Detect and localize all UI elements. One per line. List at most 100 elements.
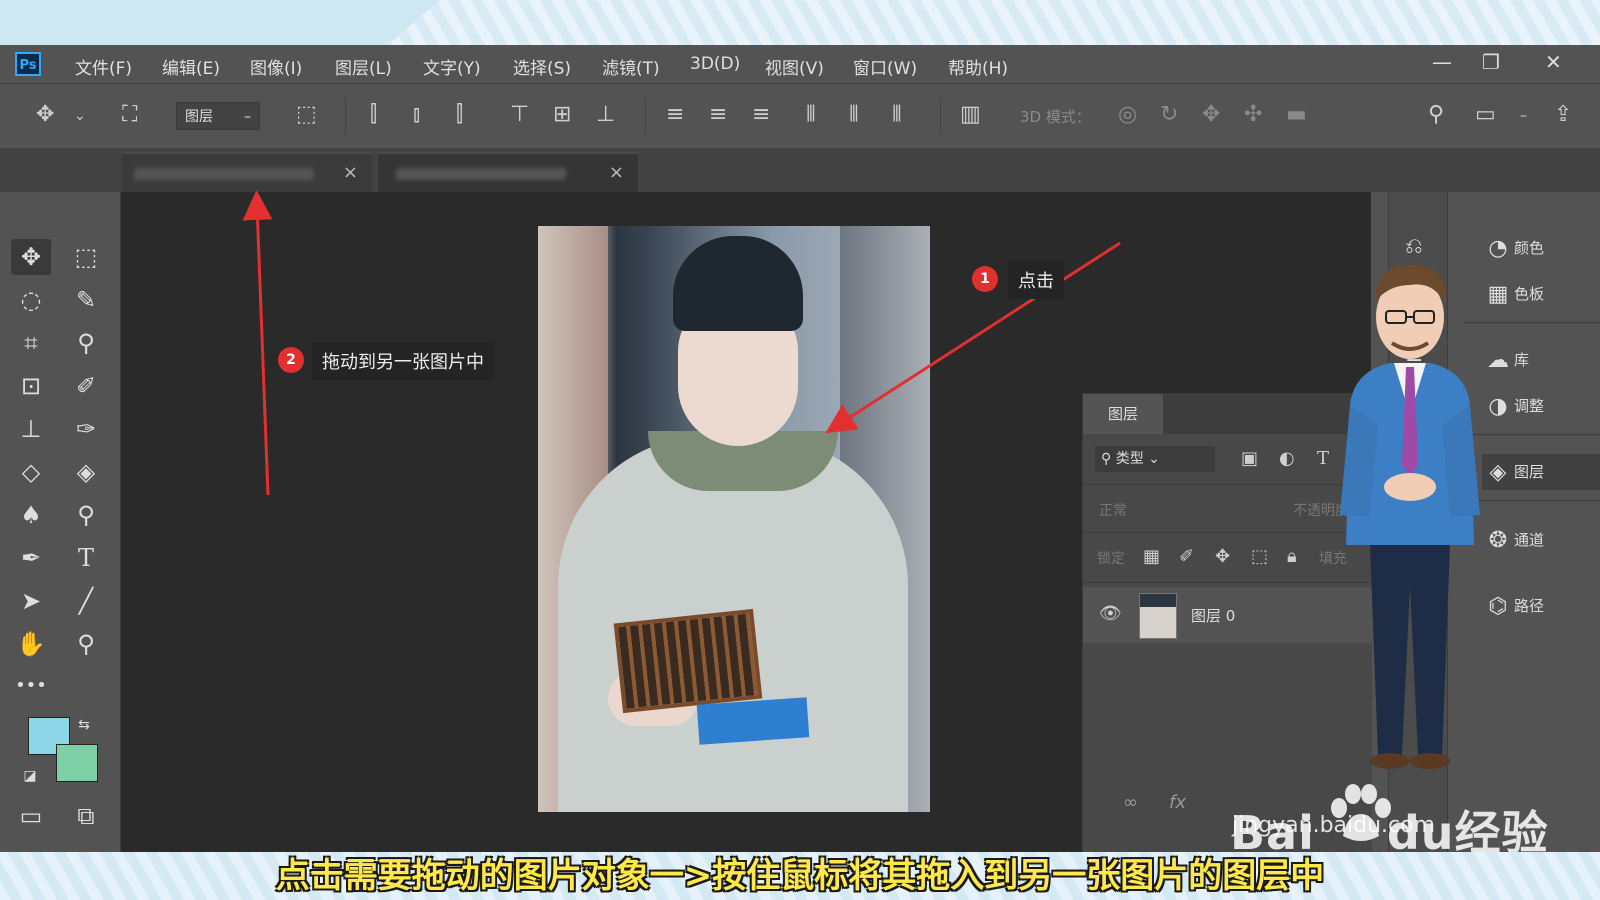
crop-tool-icon[interactable]: ⌗: [11, 325, 51, 361]
path-select-tool-icon[interactable]: ➤: [11, 583, 51, 619]
distribute-left-icon[interactable]: ⦀: [806, 102, 816, 127]
minimize-button[interactable]: —: [1432, 50, 1452, 74]
distribute-hcenter-icon[interactable]: ⦀: [849, 102, 859, 127]
align-top-icon[interactable]: ⊤: [510, 102, 529, 127]
share-icon[interactable]: ⇪: [1554, 102, 1572, 127]
3d-drag-icon[interactable]: ✥: [1202, 102, 1220, 127]
panel-adjustments[interactable]: ◑ 调整: [1482, 388, 1600, 424]
align-bottom-icon[interactable]: ⊥: [596, 102, 615, 127]
tab-document-1[interactable]: ×: [122, 152, 372, 194]
eye-icon[interactable]: 👁︎: [1099, 603, 1122, 624]
step-2-badge: 2: [278, 347, 304, 373]
swap-colors-icon[interactable]: ⇆: [72, 707, 96, 743]
default-colors-icon[interactable]: ◪: [18, 758, 42, 794]
panel-paths[interactable]: ⌬ 路径: [1482, 588, 1600, 624]
eyedropper-tool-icon[interactable]: ⚲: [66, 325, 106, 361]
dodge-tool-icon[interactable]: ⚲: [66, 497, 106, 533]
lock-all-icon[interactable]: 🔒︎: [1287, 546, 1297, 567]
layer-name[interactable]: 图层 0: [1191, 605, 1235, 626]
align-right-icon[interactable]: ⫿: [456, 102, 463, 127]
baidu-watermark-url: jingyan.baidu.com: [1232, 813, 1436, 838]
workspace-icon[interactable]: ▭: [1475, 102, 1496, 127]
auto-align-icon[interactable]: ▥: [960, 102, 981, 127]
filter-pixel-icon[interactable]: ▣: [1241, 448, 1258, 469]
chevron-down-icon[interactable]: ⌄: [74, 108, 86, 124]
lock-image-icon[interactable]: ✐: [1179, 546, 1194, 567]
link-layers-icon[interactable]: ∞: [1123, 792, 1138, 813]
tab-close-icon[interactable]: ×: [343, 162, 358, 183]
move-tool-icon[interactable]: ✥: [36, 102, 54, 127]
align-hcenter-icon[interactable]: ⫾: [413, 102, 420, 127]
background-color[interactable]: [56, 744, 98, 782]
filter-adjustment-icon[interactable]: ◐: [1279, 448, 1295, 469]
3d-slide-icon[interactable]: ✣: [1244, 102, 1262, 127]
menu-type[interactable]: 文字(Y): [423, 54, 481, 79]
layer-thumbnail: [1139, 593, 1177, 639]
history-brush-tool-icon[interactable]: ✑: [66, 411, 106, 447]
lock-position-icon[interactable]: ✥: [1215, 546, 1230, 567]
quick-select-tool-icon[interactable]: ✎: [66, 282, 106, 318]
menu-image[interactable]: 图像(I): [250, 54, 302, 79]
distribute-bottom-icon[interactable]: ≡: [752, 102, 770, 127]
move-tool-icon[interactable]: ✥: [11, 239, 51, 275]
align-left-icon[interactable]: ⫿: [370, 102, 377, 127]
auto-select-target[interactable]: 图层 –: [176, 102, 260, 130]
3d-camera-icon[interactable]: ▬: [1286, 102, 1307, 127]
photoshop-logo: Ps: [15, 52, 41, 76]
transform-controls-icon[interactable]: ⬚: [296, 102, 317, 127]
menu-layer[interactable]: 图层(L): [335, 54, 392, 79]
menu-filter[interactable]: 滤镜(T): [602, 54, 660, 79]
healing-tool-icon[interactable]: ⊡: [11, 368, 51, 404]
stamp-tool-icon[interactable]: ⊥: [11, 411, 51, 447]
panel-libraries[interactable]: ☁ 库: [1482, 342, 1600, 378]
menu-3d[interactable]: 3D(D): [690, 54, 740, 74]
document-image[interactable]: [538, 226, 930, 812]
filter-type-icon[interactable]: T: [1317, 448, 1329, 469]
photoshop-window: Ps 文件(F) 编辑(E) 图像(I) 图层(L) 文字(Y) 选择(S) 滤…: [0, 45, 1600, 852]
menu-select[interactable]: 选择(S): [513, 54, 571, 79]
marquee-tool-icon[interactable]: ⬚: [66, 239, 106, 275]
screen-mode-icon[interactable]: ⧉: [66, 798, 106, 834]
layers-panel-title[interactable]: 图层: [1083, 394, 1163, 434]
menu-edit[interactable]: 编辑(E): [162, 54, 220, 79]
menu-help[interactable]: 帮助(H): [948, 54, 1008, 79]
3d-roll-icon[interactable]: ↻: [1160, 102, 1178, 127]
lock-transparent-icon[interactable]: ▦: [1143, 546, 1160, 567]
eraser-tool-icon[interactable]: ◇: [11, 454, 51, 490]
fx-icon[interactable]: fx: [1169, 792, 1186, 813]
align-vcenter-icon[interactable]: ⊞: [553, 102, 571, 127]
menu-file[interactable]: 文件(F): [75, 54, 132, 79]
line-tool-icon[interactable]: ╱: [66, 583, 106, 619]
tab-document-2[interactable]: ×: [378, 152, 638, 194]
panel-color[interactable]: ◔ 颜色: [1482, 230, 1600, 266]
blur-tool-icon[interactable]: ♠: [11, 497, 51, 533]
search-icon[interactable]: ⚲: [1428, 102, 1444, 127]
auto-select-icon[interactable]: ⛶: [122, 102, 137, 127]
distribute-right-icon[interactable]: ⦀: [892, 102, 902, 127]
brush-tool-icon[interactable]: ✐: [66, 368, 106, 404]
type-tool-icon[interactable]: T: [66, 540, 106, 576]
lasso-tool-icon[interactable]: ◌: [11, 282, 51, 318]
layer-filter-select[interactable]: ⚲ 类型 ⌄: [1095, 446, 1215, 472]
restore-button[interactable]: ❐: [1482, 50, 1500, 74]
menu-view[interactable]: 视图(V): [765, 54, 824, 79]
blend-mode-select[interactable]: 正常: [1099, 500, 1127, 520]
zoom-tool-icon[interactable]: ⚲: [66, 626, 106, 662]
panel-channels[interactable]: ❂ 通道: [1482, 522, 1600, 558]
panel-swatches[interactable]: ▦ 色板: [1482, 276, 1600, 312]
paint-bucket-tool-icon[interactable]: ◈: [66, 454, 106, 490]
distribute-top-icon[interactable]: ≡: [666, 102, 684, 127]
more-tools-icon[interactable]: •••: [11, 668, 51, 704]
lock-artboard-icon[interactable]: ⬚: [1251, 546, 1268, 567]
panel-layers[interactable]: ◈ 图层: [1482, 454, 1600, 490]
menu-window[interactable]: 窗口(W): [853, 54, 917, 79]
tab-close-icon[interactable]: ×: [609, 162, 624, 183]
close-button[interactable]: ✕: [1545, 50, 1562, 74]
3d-orbit-icon[interactable]: ◎: [1118, 102, 1137, 127]
menu-bar: Ps 文件(F) 编辑(E) 图像(I) 图层(L) 文字(Y) 选择(S) 滤…: [0, 45, 1600, 83]
distribute-vcenter-icon[interactable]: ≡: [709, 102, 727, 127]
hand-tool-icon[interactable]: ✋: [11, 626, 51, 662]
workspace-dropdown-icon[interactable]: –: [1520, 108, 1527, 124]
pen-tool-icon[interactable]: ✒: [11, 540, 51, 576]
quick-mask-icon[interactable]: ▭: [11, 798, 51, 834]
